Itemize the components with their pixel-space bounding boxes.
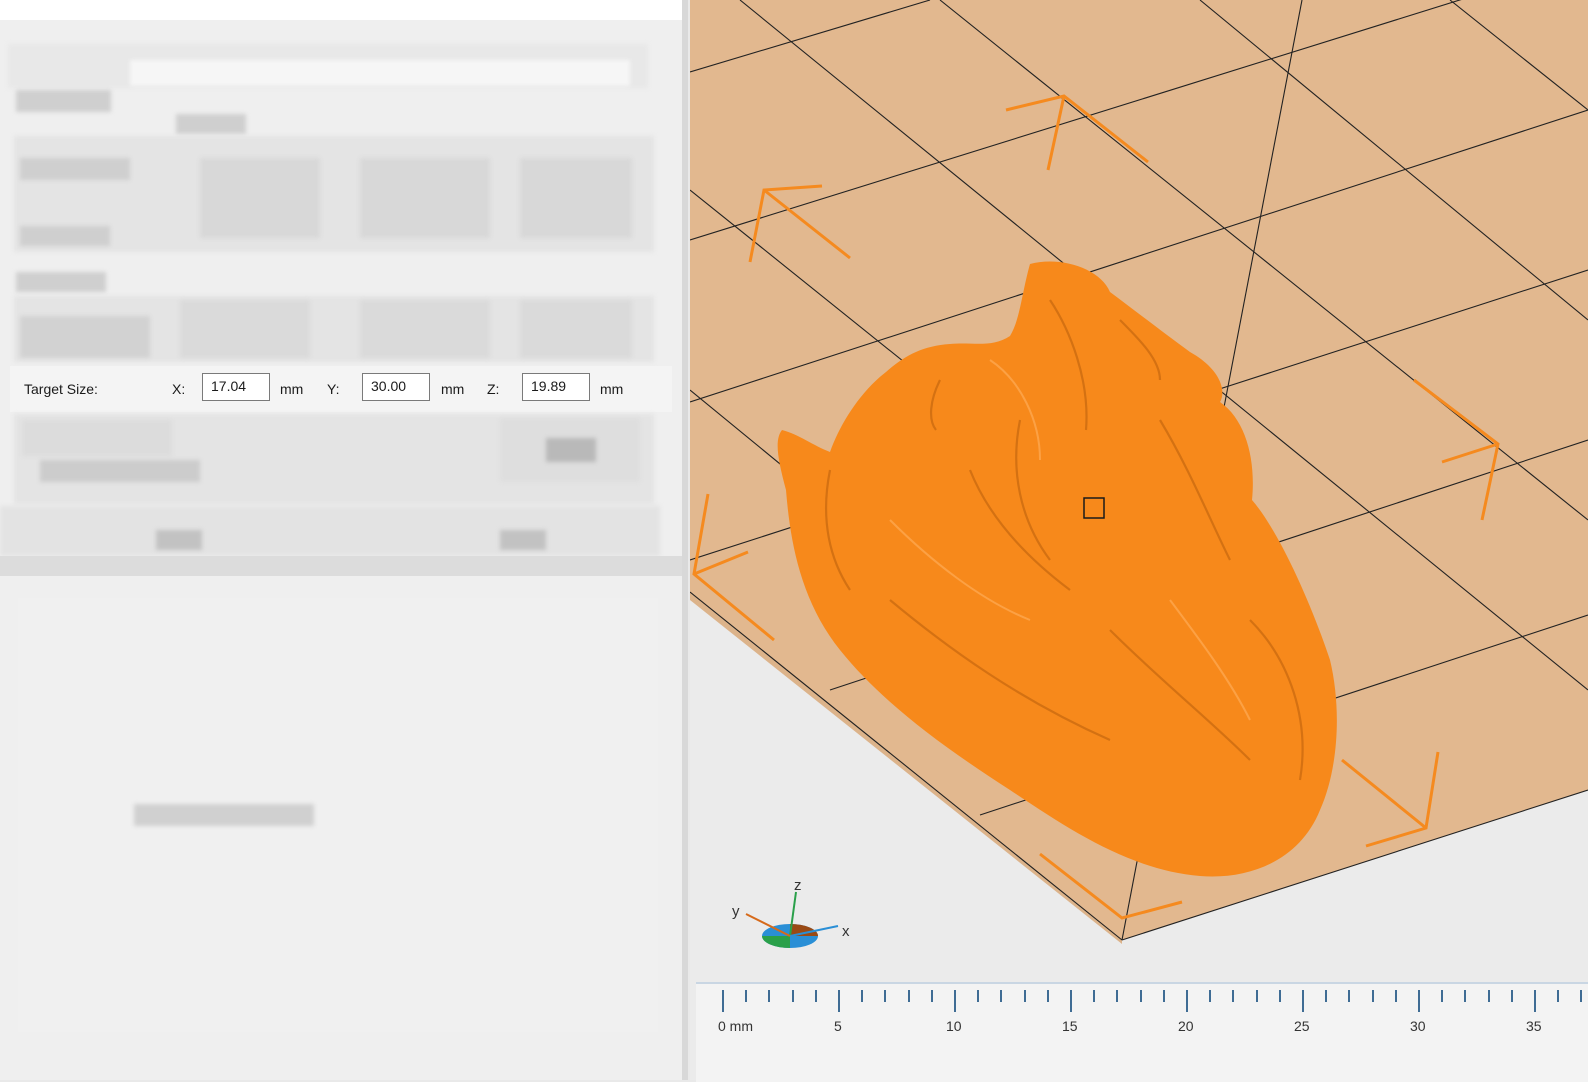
obscured-text [176, 114, 246, 134]
x-size-input[interactable]: 17.04 [202, 373, 270, 401]
obscured-text [500, 530, 546, 550]
y-unit-label: mm [441, 381, 465, 397]
splitter[interactable] [682, 0, 688, 1080]
z-unit-label: mm [600, 381, 624, 397]
scene-render[interactable]: z x y [690, 0, 1588, 1080]
x-axis-label: x [842, 923, 850, 940]
ruler-minor-tick [1093, 990, 1096, 1002]
ruler-label-15: 15 [1062, 1018, 1078, 1034]
obscured-text [16, 90, 111, 112]
ruler-minor-tick [861, 990, 864, 1002]
ruler-major-tick [838, 990, 840, 1012]
ruler-minor-tick [1325, 990, 1328, 1002]
target-size-label: Target Size: [24, 381, 98, 397]
ruler-minor-tick [1371, 990, 1374, 1002]
obscured-text [520, 300, 632, 358]
x-unit-label: mm [280, 381, 304, 397]
obscured-text [200, 158, 320, 238]
y-axis-label: y [732, 903, 740, 920]
ruler-label-25: 25 [1294, 1018, 1310, 1034]
ruler-minor-tick [768, 990, 771, 1002]
ruler-major-tick [1418, 990, 1420, 1012]
panel-header-bar [0, 0, 682, 20]
ruler-minor-tick [1162, 990, 1165, 1002]
obscured-footer-bar [0, 506, 660, 556]
ruler-label-0: 0 mm [718, 1018, 753, 1034]
obscured-text [520, 158, 632, 238]
ruler-major-tick [1186, 990, 1188, 1012]
obscured-text [180, 300, 310, 358]
ruler-minor-tick [1580, 990, 1583, 1002]
ruler-major-tick [1302, 990, 1304, 1012]
panel-separator [0, 556, 682, 576]
ruler-minor-tick [1232, 990, 1235, 1002]
x-axis-label: X: [172, 381, 186, 397]
z-size-input[interactable]: 19.89 [522, 373, 590, 401]
obscured-text [134, 804, 314, 826]
ruler-minor-tick [1209, 990, 1212, 1002]
3d-viewport[interactable]: z x y [690, 0, 1588, 1080]
obscured-text [40, 460, 200, 482]
obscured-text [360, 300, 490, 358]
obscured-text [20, 158, 130, 180]
obscured-text [156, 530, 202, 550]
obscured-text [546, 438, 596, 462]
measurement-ruler: 0 mm 5 10 15 20 25 30 35 [696, 982, 1588, 1082]
ruler-minor-tick [1000, 990, 1003, 1002]
obscured-text [16, 272, 106, 292]
ruler-minor-tick [1255, 990, 1258, 1002]
lower-pane [18, 598, 658, 1032]
z-axis-label: z [794, 877, 802, 894]
z-axis-label: Z: [487, 381, 500, 397]
y-size-input[interactable]: 30.00 [362, 373, 430, 401]
ruler-minor-tick [814, 990, 817, 1002]
ruler-minor-tick [1441, 990, 1444, 1002]
ruler-major-tick [722, 990, 724, 1012]
obscured-text [22, 420, 172, 456]
ruler-minor-tick [1046, 990, 1049, 1002]
obscured-text [20, 226, 110, 246]
ruler-label-20: 20 [1178, 1018, 1194, 1034]
ruler-label-30: 30 [1410, 1018, 1426, 1034]
ruler-label-5: 5 [834, 1018, 842, 1034]
ruler-minor-tick [977, 990, 980, 1002]
ruler-major-tick [1070, 990, 1072, 1012]
ruler-minor-tick [1023, 990, 1026, 1002]
ruler-minor-tick [1464, 990, 1467, 1002]
ruler-minor-tick [884, 990, 887, 1002]
ruler-minor-tick [1348, 990, 1351, 1002]
ruler-minor-tick [1394, 990, 1397, 1002]
ruler-minor-tick [1139, 990, 1142, 1002]
ruler-minor-tick [930, 990, 933, 1002]
target-size-row: Target Size: X: 17.04 mm Y: 30.00 mm Z: … [10, 366, 672, 412]
settings-panel: Target Size: X: 17.04 mm Y: 30.00 mm Z: … [0, 0, 688, 1080]
ruler-minor-tick [745, 990, 748, 1002]
ruler-minor-tick [1116, 990, 1119, 1002]
ruler-minor-tick [1487, 990, 1490, 1002]
ruler-minor-tick [1510, 990, 1513, 1002]
ruler-minor-tick [1557, 990, 1560, 1002]
obscured-text [20, 316, 150, 358]
ruler-minor-tick [907, 990, 910, 1002]
axes-gizmo: z x y [732, 877, 850, 948]
ruler-label-10: 10 [946, 1018, 962, 1034]
y-axis-label: Y: [327, 381, 340, 397]
obscured-text [130, 60, 630, 86]
ruler-minor-tick [1278, 990, 1281, 1002]
obscured-text [360, 158, 490, 238]
ruler-minor-tick [791, 990, 794, 1002]
ruler-label-35: 35 [1526, 1018, 1542, 1034]
ruler-major-tick [954, 990, 956, 1012]
ruler-major-tick [1534, 990, 1536, 1012]
